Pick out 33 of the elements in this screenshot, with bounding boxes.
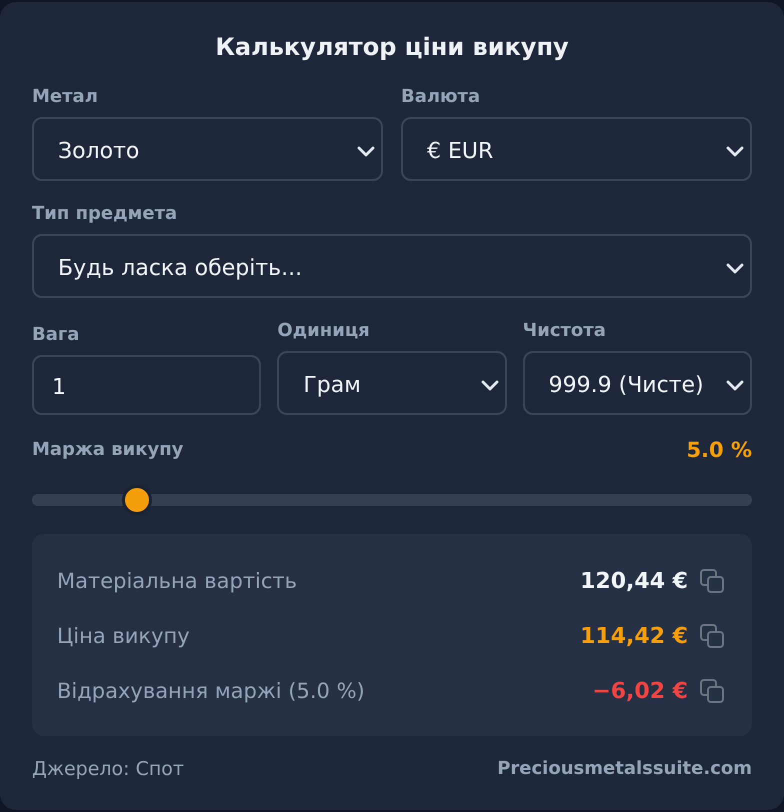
calculator-title: Калькулятор ціни викупу	[215, 33, 569, 61]
chevron-down-icon	[726, 146, 744, 156]
result-label: Ціна викупу	[57, 624, 191, 648]
dropdown-select[interactable]: 999.9 (Чисте)	[522, 351, 752, 415]
copy-icon[interactable]	[700, 679, 724, 703]
field-label: Метал	[32, 86, 98, 108]
website-link[interactable]: Preciousmetalssuite.com	[497, 758, 752, 780]
chevron-down-icon	[480, 380, 499, 390]
chevron-down-icon	[357, 146, 375, 156]
slider-track[interactable]	[32, 485, 752, 515]
result-value: 120,44 €	[580, 568, 688, 594]
weight-input[interactable]: 1	[32, 355, 262, 415]
chevron-down-icon	[726, 380, 744, 390]
result-label: Відрахування маржі (5.0 %)	[57, 679, 366, 703]
chevron-down-icon	[726, 262, 744, 274]
field-label: Тип предмета	[32, 203, 178, 225]
field-label: Вага	[32, 324, 80, 346]
result-value: −6,02 €	[592, 678, 688, 704]
slider-thumb[interactable]	[122, 485, 152, 515]
field-label: Валюта	[401, 86, 480, 108]
field-label: Чистота	[522, 320, 606, 342]
dropdown-select[interactable]: Будь ласка оберіть...	[32, 234, 752, 298]
copy-icon[interactable]	[700, 624, 724, 648]
copy-icon[interactable]	[700, 569, 724, 593]
source-text: Джерело: Спот	[32, 758, 184, 780]
result-label: Матеріальна вартість	[57, 569, 298, 593]
dropdown-select[interactable]: € EUR	[401, 117, 752, 181]
margin-value: 5.0 %	[686, 439, 752, 461]
result-value: 114,42 €	[580, 624, 688, 648]
dropdown-select[interactable]: Грам	[277, 351, 507, 415]
field-label: Одиниця	[277, 320, 370, 342]
margin-label: Маржа викупу	[32, 439, 184, 461]
dropdown-select[interactable]: Золото	[32, 117, 383, 181]
